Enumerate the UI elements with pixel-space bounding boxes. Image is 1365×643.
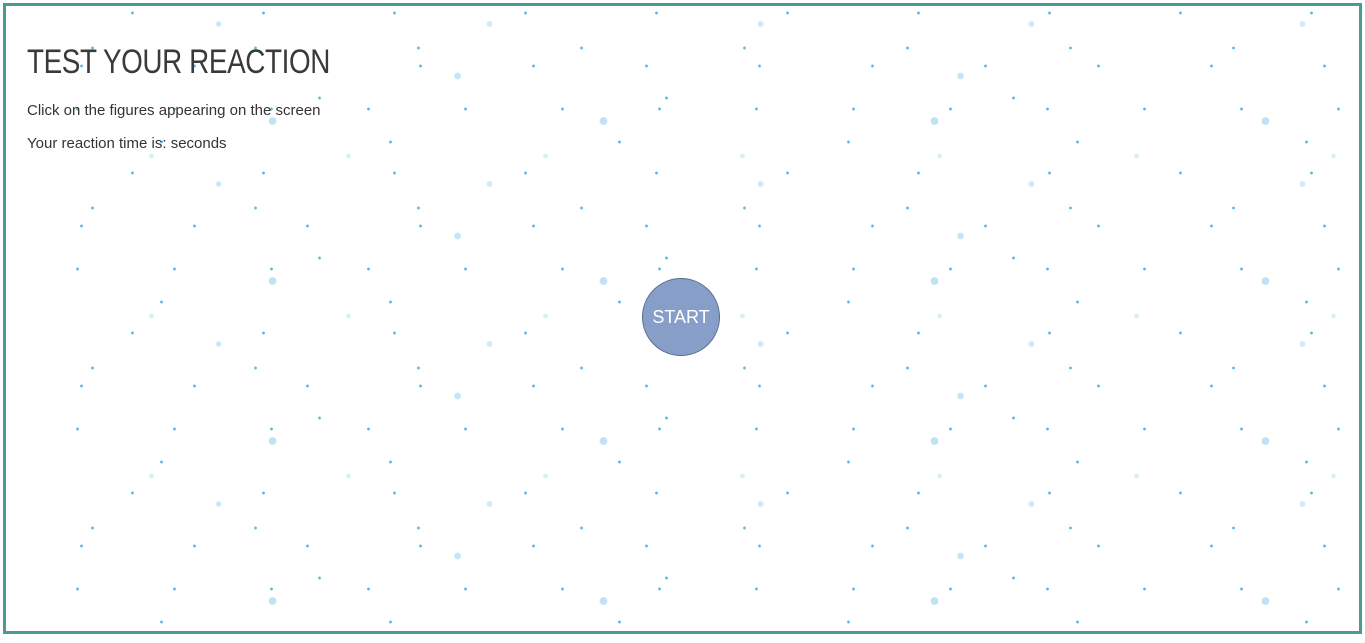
game-frame: TEST YOUR REACTION Click on the figures …	[3, 3, 1362, 634]
start-button[interactable]: START	[642, 278, 720, 356]
reaction-time-line: Your reaction time is: seconds	[27, 135, 396, 152]
reaction-time-label: Your reaction time is:	[27, 134, 167, 152]
instruction-text: Click on the figures appearing on the sc…	[27, 101, 321, 119]
header-section: TEST YOUR REACTION Click on the figures …	[27, 42, 396, 152]
reaction-time-unit: seconds	[170, 134, 227, 152]
page-title: TEST YOUR REACTION	[27, 43, 330, 81]
